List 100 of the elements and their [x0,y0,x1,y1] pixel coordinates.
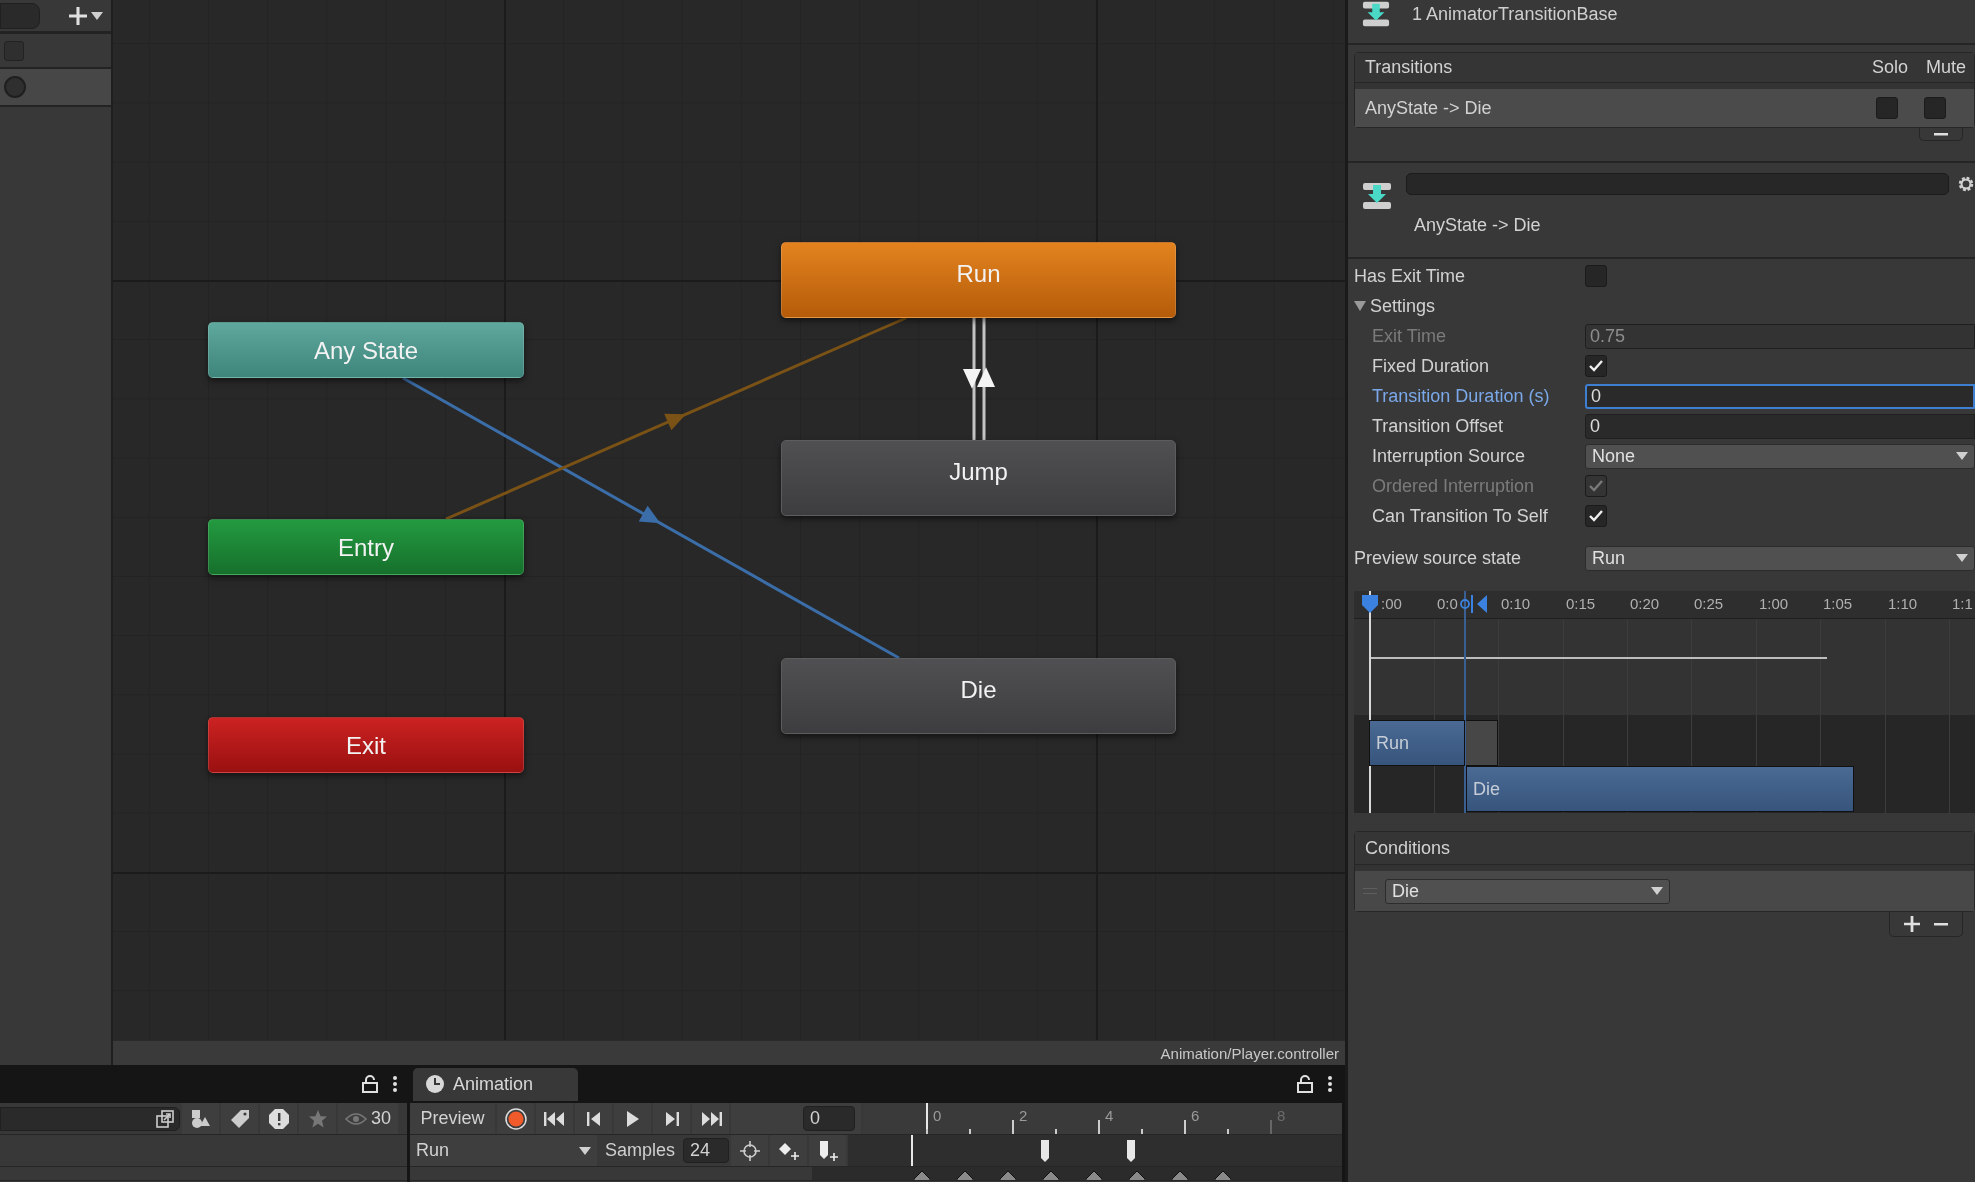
field-label: Transition Offset [1372,415,1505,437]
caret-icon [1651,887,1663,895]
play-icon [625,1110,640,1127]
settings-foldout[interactable]: Settings [1354,295,1436,317]
check-icon [1588,509,1604,523]
caret-icon [91,11,103,20]
visibility-button[interactable]: 30 [338,1103,398,1134]
lock-icon[interactable] [362,1075,378,1093]
event-marker-icon[interactable] [1041,1140,1050,1162]
add-keyframe-button[interactable] [770,1135,808,1166]
step-forward-icon [664,1111,679,1126]
preview-button[interactable]: Preview [410,1103,495,1134]
step-back-icon [586,1111,601,1126]
minus-icon [1934,922,1948,926]
keyframe-icon[interactable] [957,1171,973,1180]
clock-icon [425,1074,445,1094]
warning-icon [267,1107,290,1130]
parameter-dropdown[interactable]: Die [1385,878,1670,904]
record-icon [504,1107,527,1130]
expand-icon[interactable] [155,1109,175,1129]
add-button[interactable] [1902,914,1922,934]
keyframe-icon[interactable] [1215,1171,1231,1180]
keyframe-icon[interactable] [1043,1171,1059,1180]
number-field[interactable]: 0 [1585,413,1975,439]
caret-icon [1956,452,1968,460]
graph-canvas[interactable]: Any State Entry Exit Run Jump Die [113,0,1345,1040]
checkbox[interactable] [1876,97,1898,119]
time-label: 0:25 [1694,595,1724,612]
dropdown[interactable]: None [1585,443,1975,469]
state-node[interactable]: Jump [781,440,1176,516]
time-label: 1:1 [1952,595,1973,612]
plus-icon [1904,916,1920,932]
checkbox[interactable] [1924,97,1946,119]
field-label: Fixed Duration [1372,355,1491,377]
plus-icon [69,6,87,25]
remove-button[interactable] [1932,130,1950,138]
menu-icon[interactable] [1327,1075,1333,1093]
field-label: Interruption Source [1372,445,1527,467]
field-label: Preview source state [1354,547,1523,569]
list-header: Conditions [1365,837,1451,859]
checkbox[interactable] [1585,355,1607,377]
shapes-button[interactable] [182,1103,219,1134]
time-label: 0:15 [1566,595,1596,612]
transition-timeline[interactable]: :00 0:0 0:10 0:15 0:20 0:25 1:00 1:05 1:10 1:1 Run Die [1354,591,1975,813]
state-node[interactable]: Die [781,658,1176,734]
event-marker-icon[interactable] [1127,1140,1136,1162]
state-node[interactable]: Exit [208,717,524,773]
time-label: 0:0 [1437,595,1458,612]
add-button[interactable] [69,6,103,25]
dropdown[interactable]: Run [1585,545,1975,571]
time-label: 1:10 [1888,595,1918,612]
play-button[interactable] [614,1103,651,1134]
keyframe-icon[interactable] [1129,1171,1145,1180]
text-field[interactable] [0,2,40,29]
transition-arrow[interactable] [963,318,995,440]
frame-field[interactable]: 0 [803,1106,855,1131]
keyframe-icon[interactable] [1000,1171,1016,1180]
clip-extension [1465,720,1498,766]
keyframe-icon[interactable] [914,1171,930,1180]
column-header: Solo [1872,57,1908,78]
keyframe-icon[interactable] [1086,1171,1102,1180]
tag-button[interactable] [221,1103,258,1134]
star-icon [307,1108,328,1129]
check-icon [1588,359,1604,373]
samples-field[interactable]: 24 [683,1138,730,1163]
warning-button[interactable] [260,1103,297,1134]
frame-label: 4 [1105,1107,1114,1124]
record-button[interactable] [497,1103,534,1134]
next-key-button[interactable] [653,1103,690,1134]
fold-arrow-icon [1354,301,1366,311]
frame-label: 2 [1019,1107,1028,1124]
lock-icon[interactable] [1297,1075,1313,1093]
transition-icon [1362,181,1392,211]
first-key-button[interactable] [536,1103,573,1134]
field-label: Ordered Interruption [1372,475,1536,497]
search-field[interactable] [0,1107,180,1131]
menu-icon[interactable] [392,1075,398,1093]
settings-icon[interactable] [1957,175,1975,193]
animation-tab[interactable]: Animation [413,1067,578,1101]
transition-icon [1362,0,1390,28]
target-button[interactable] [731,1135,769,1166]
checkbox[interactable] [1585,265,1607,287]
clip-dropdown[interactable]: Run [410,1135,597,1166]
time-label: 0:10 [1501,595,1531,612]
caret-icon [1956,554,1968,562]
checkbox[interactable] [1585,505,1607,527]
animation-clip[interactable]: Run [1369,720,1465,766]
field-label: Exit Time [1372,325,1447,347]
animation-clip[interactable]: Die [1466,766,1854,812]
frame-label: 0 [933,1107,942,1124]
time-label: 1:05 [1823,595,1853,612]
add-event-button[interactable] [809,1135,847,1166]
last-key-button[interactable] [692,1103,729,1134]
state-node[interactable]: Entry [208,519,524,575]
number-field[interactable]: 0 [1585,383,1975,409]
name-field[interactable] [1406,173,1949,195]
playhead-marker-icon[interactable] [1361,594,1379,614]
keyframe-icon[interactable] [1172,1171,1188,1180]
previous-key-button[interactable] [575,1103,612,1134]
transition-handle-icon[interactable] [1460,594,1488,614]
